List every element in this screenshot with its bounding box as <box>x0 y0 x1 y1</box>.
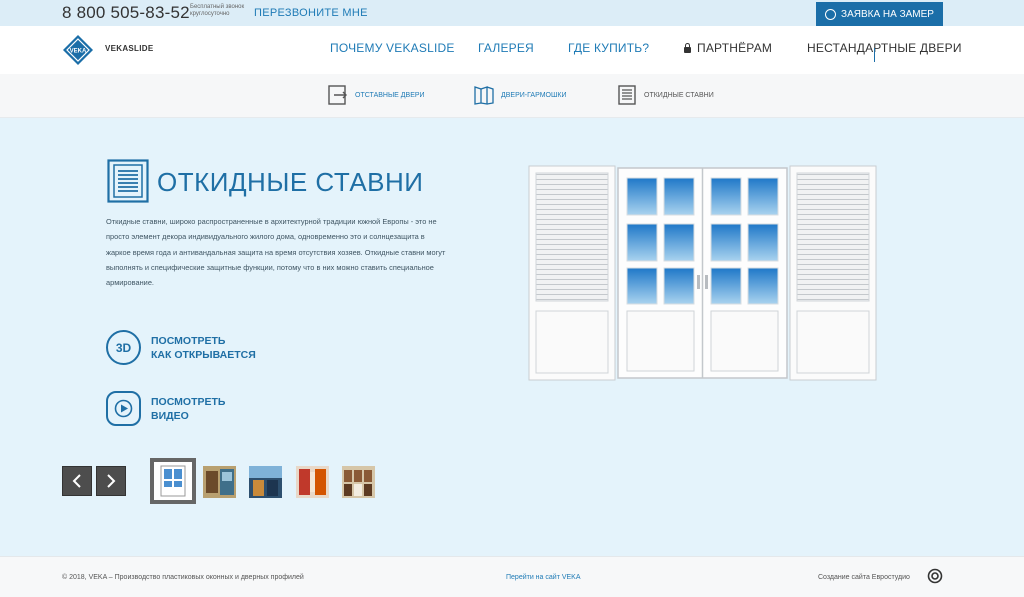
nav-partners[interactable]: ПАРТНЁРАМ <box>684 41 772 55</box>
brand-name: VEKASLIDE <box>105 44 154 53</box>
chevron-right-icon <box>107 474 116 488</box>
video-play-icon <box>106 391 141 426</box>
subnav-label: ОТКИДНЫЕ СТАВНИ <box>644 91 714 99</box>
nav-where-to-buy[interactable]: ГДЕ КУПИТЬ? <box>568 41 649 55</box>
veka-logo-icon[interactable]: VEKA <box>62 34 94 66</box>
shutter-title-icon <box>107 159 149 203</box>
gallery-thumb-3[interactable] <box>249 466 282 498</box>
footer-credit[interactable]: Создание сайта Евростудио <box>818 574 910 581</box>
page-title: ОТКИДНЫЕ СТАВНИ <box>157 167 424 197</box>
nav-indicator <box>874 48 875 62</box>
view-video-line1: ПОСМОТРЕТЬ <box>151 395 226 408</box>
sub-navigation: ОТСТАВНЫЕ ДВЕРИ ДВЕРИ-ГАРМОШКИ ОТКИДНЫЕ … <box>0 74 1024 118</box>
svg-text:VEKA: VEKA <box>70 49 87 55</box>
gallery-thumb-5[interactable] <box>342 466 375 498</box>
view-video-button[interactable]: ПОСМОТРЕТЬ ВИДЕО <box>106 391 225 426</box>
shutter-icon <box>618 85 636 105</box>
gallery-prev-button[interactable] <box>62 466 92 496</box>
page-description: Откидные ставни, широко распространенные… <box>106 217 446 288</box>
lock-icon <box>684 43 691 53</box>
footer-veka-link[interactable]: Перейти на сайт VEKA <box>506 574 581 581</box>
gallery-thumb-1[interactable] <box>150 458 196 504</box>
3d-icon: 3D <box>106 330 141 365</box>
phone-number[interactable]: 8 800 505-83-52 <box>62 3 190 23</box>
nav-partners-label: ПАРТНЁРАМ <box>697 41 773 55</box>
view-3d-line1: ПОСМОТРЕТЬ <box>151 334 226 347</box>
top-bar: 8 800 505-83-52 Бесплатный звонок кругло… <box>0 0 1024 26</box>
order-button-label: ЗАЯВКА НА ЗАМЕР <box>841 8 934 20</box>
footer: © 2018, VEKA – Производство пластиковых … <box>0 556 1024 597</box>
callback-link[interactable]: ПЕРЕЗВОНИТЕ МНЕ <box>254 7 368 19</box>
phone-note: Бесплатный звонок круглосуточно <box>190 4 245 17</box>
shutter-door-image <box>528 165 877 381</box>
sliding-door-icon <box>328 85 347 105</box>
subnav-sliding-doors[interactable]: ОТСТАВНЫЕ ДВЕРИ <box>328 85 425 105</box>
view-video-line2: ВИДЕО <box>151 409 189 422</box>
footer-copyright: © 2018, VEKA – Производство пластиковых … <box>62 574 304 581</box>
nav-custom-doors[interactable]: НЕСТАНДАРТНЫЕ ДВЕРИ <box>807 41 962 55</box>
thumb-image-shutter <box>154 462 192 500</box>
nav-why-vekaslide[interactable]: ПОЧЕМУ VEKASLIDE <box>330 41 455 55</box>
subnav-folding-doors[interactable]: ДВЕРИ-ГАРМОШКИ <box>474 85 567 105</box>
folding-door-icon <box>474 86 494 105</box>
subnav-hinged-shutters[interactable]: ОТКИДНЫЕ СТАВНИ <box>617 85 714 105</box>
main-header: VEKA VEKASLIDE ПОЧЕМУ VEKASLIDE ГАЛЕРЕЯ … <box>0 26 1024 74</box>
clock-icon <box>825 8 837 20</box>
gallery-thumb-4[interactable] <box>296 466 329 498</box>
subnav-label: ДВЕРИ-ГАРМОШКИ <box>501 91 567 99</box>
studio-logo-icon[interactable] <box>927 568 943 584</box>
nav-gallery[interactable]: ГАЛЕРЕЯ <box>478 41 534 55</box>
chevron-left-icon <box>72 474 81 488</box>
gallery-thumb-2[interactable] <box>203 466 236 498</box>
view-3d-button[interactable]: 3D ПОСМОТРЕТЬ КАК ОТКРЫВАЕТСЯ <box>106 330 256 365</box>
subnav-label: ОТСТАВНЫЕ ДВЕРИ <box>355 91 425 99</box>
view-3d-line2: КАК ОТКРЫВАЕТСЯ <box>151 348 256 361</box>
order-measurement-button[interactable]: ЗАЯВКА НА ЗАМЕР <box>816 2 943 26</box>
gallery-next-button[interactable] <box>96 466 126 496</box>
